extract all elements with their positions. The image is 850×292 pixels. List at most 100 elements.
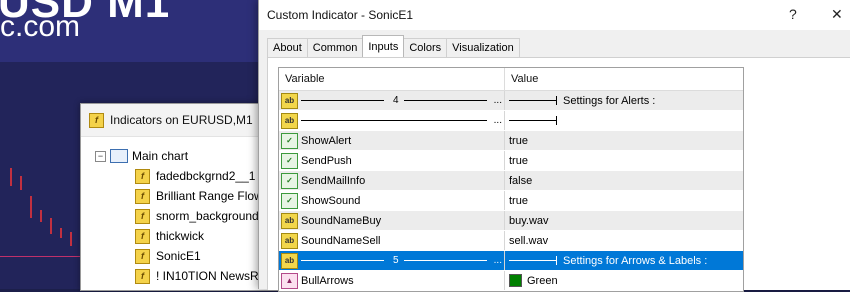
tab-visualization[interactable]: Visualization (446, 38, 520, 57)
value-cell[interactable]: Settings for Alerts : (505, 91, 743, 110)
inputs-grid[interactable]: Variable Value ab 4... Settings for Alerts… (278, 67, 744, 292)
candle (30, 196, 32, 218)
value-cell[interactable]: true (505, 151, 743, 170)
candle (20, 176, 22, 190)
close-button[interactable]: ✕ (831, 6, 843, 23)
column-header-variable[interactable]: Variable (279, 68, 505, 90)
separator-line (403, 260, 487, 261)
separator-line (403, 100, 487, 101)
tab-about[interactable]: About (267, 38, 308, 57)
separator-row[interactable]: ab... (279, 111, 743, 131)
tree-item-label: snorm_background (156, 209, 259, 223)
separator-row[interactable]: ab 4... Settings for Alerts : (279, 91, 743, 111)
separator-line (301, 260, 385, 261)
value-cell[interactable]: Settings for Arrows & Labels : (505, 251, 743, 270)
tab-colors[interactable]: Colors (403, 38, 448, 57)
separator-row[interactable]: ab 5... Settings for Arrows & Labels : (279, 251, 743, 271)
separator-caption: Settings for Alerts : (563, 94, 656, 107)
tab-common[interactable]: Common (306, 38, 364, 57)
tab-bar: About Common Inputs Colors Visualization (267, 35, 520, 57)
separator-number: 4 (393, 95, 399, 106)
input-row[interactable]: ✓ ShowSound true (279, 191, 743, 211)
variable-cell[interactable]: ✓ SendPush (279, 151, 505, 170)
candle (70, 232, 72, 246)
value-text: true (509, 154, 528, 167)
input-row[interactable]: ab SoundNameSell sell.wav (279, 231, 743, 251)
indicator-icon: f (135, 248, 150, 264)
indicators-window-icon: f (89, 112, 104, 128)
value-cell[interactable]: true (505, 191, 743, 210)
separator-bar (509, 116, 557, 125)
dialog-titlebar[interactable]: Custom Indicator - SonicE1 ? ✕ (259, 0, 850, 30)
indicator-icon: f (135, 228, 150, 244)
variable-name: ShowAlert (301, 134, 352, 147)
separator-line (301, 100, 385, 101)
separator-bar (509, 256, 557, 265)
indicators-window-title: Indicators on EURUSD,M1 (110, 113, 253, 127)
value-text: sell.wav (509, 234, 549, 247)
input-row[interactable]: ▲ BullArrows Green (279, 271, 743, 291)
grid-header: Variable Value (279, 68, 743, 91)
candle (10, 168, 12, 186)
variable-cell[interactable]: ab SoundNameSell (279, 231, 505, 250)
input-row[interactable]: ✓ SendPush true (279, 151, 743, 171)
collapse-icon[interactable]: − (95, 150, 106, 162)
separator-line (301, 120, 487, 121)
value-cell[interactable]: true (505, 131, 743, 150)
indicator-icon: f (135, 168, 150, 184)
variable-cell[interactable]: ✓ ShowAlert (279, 131, 505, 150)
variable-cell[interactable]: ab SoundNameBuy (279, 211, 505, 230)
string-type-icon: ab (281, 252, 298, 269)
dialog-title: Custom Indicator - SonicE1 (267, 8, 414, 22)
indicator-icon: f (135, 188, 150, 204)
indicator-icon: f (135, 268, 150, 284)
value-cell[interactable]: buy.wav (505, 211, 743, 230)
value-cell[interactable]: false (505, 171, 743, 190)
boolean-type-icon: ✓ (281, 172, 298, 189)
tree-item-label: thickwick (156, 229, 205, 243)
variable-cell[interactable]: ▲ BullArrows (279, 271, 505, 290)
candle (50, 218, 52, 234)
input-row[interactable]: ab SoundNameBuy buy.wav (279, 211, 743, 231)
value-text: false (509, 174, 533, 187)
separator-value: Settings for Alerts : (509, 95, 655, 107)
string-type-icon: ab (281, 232, 298, 249)
value-cell[interactable]: Green (505, 271, 743, 290)
help-button[interactable]: ? (789, 6, 797, 22)
tree-root-label: Main chart (132, 149, 189, 163)
value-text: buy.wav (509, 214, 549, 227)
tree-item-label: SonicE1 (156, 249, 201, 263)
tab-inputs[interactable]: Inputs (362, 35, 405, 57)
string-type-icon: ab (281, 92, 298, 109)
column-header-value[interactable]: Value (505, 68, 538, 90)
variable-name: ShowSound (301, 194, 361, 207)
variable-cell[interactable]: ab 4... (279, 91, 505, 110)
input-row[interactable]: ✓ SendMailInfo false (279, 171, 743, 191)
candle (60, 228, 62, 238)
chart-subtitle: c.com (0, 10, 81, 43)
separator-dots: ... (493, 95, 502, 106)
variable-name: SoundNameSell (301, 234, 381, 247)
input-row[interactable]: ✓ ShowAlert true (279, 131, 743, 151)
separator-number: 5 (393, 255, 399, 266)
indicator-icon: f (135, 208, 150, 224)
custom-indicator-dialog[interactable]: Custom Indicator - SonicE1 ? ✕ About Comm… (258, 0, 850, 292)
string-type-icon: ab (281, 212, 298, 229)
value-cell[interactable]: sell.wav (505, 231, 743, 250)
chart-icon (110, 149, 128, 163)
variable-name: SendMailInfo (301, 174, 366, 187)
value-cell[interactable] (505, 111, 743, 130)
variable-cell[interactable]: ✓ ShowSound (279, 191, 505, 210)
boolean-type-icon: ✓ (281, 152, 298, 169)
string-type-icon: ab (281, 112, 298, 129)
separator-value: Settings for Arrows & Labels : (509, 255, 707, 267)
value-text: true (509, 134, 528, 147)
variable-cell[interactable]: ✓ SendMailInfo (279, 171, 505, 190)
candle (40, 210, 42, 222)
variable-cell[interactable]: ab 5... (279, 251, 505, 270)
variable-cell[interactable]: ab... (279, 111, 505, 130)
separator-dots: ... (493, 255, 502, 266)
color-swatch (509, 274, 522, 287)
color-type-icon: ▲ (281, 272, 298, 289)
separator-dots: ... (493, 115, 502, 126)
